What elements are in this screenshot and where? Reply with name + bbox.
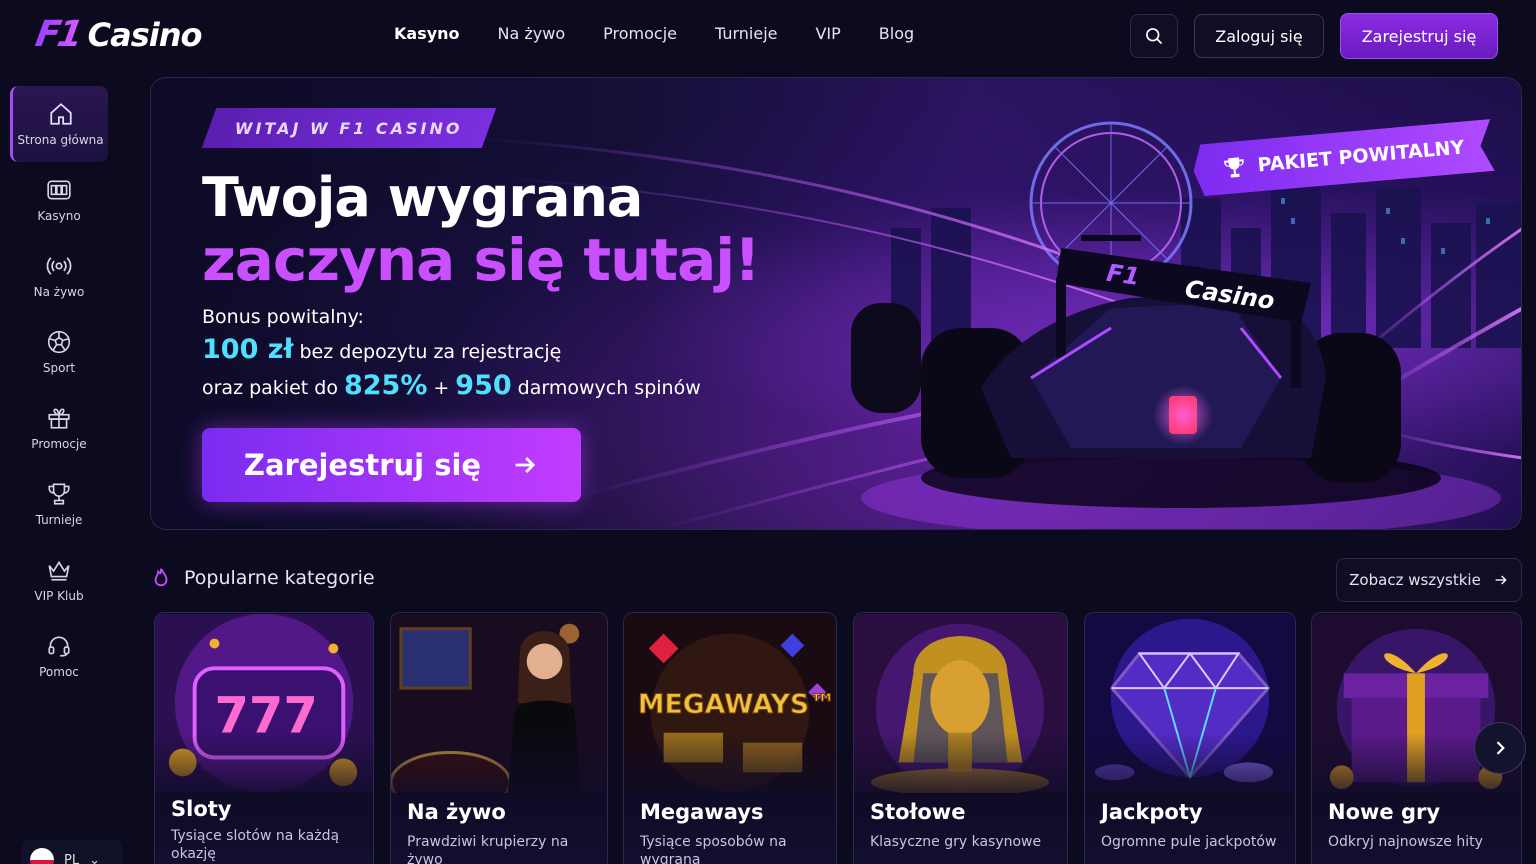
- arrow-right-icon: [1495, 575, 1507, 585]
- search-icon: [1146, 28, 1163, 45]
- football-icon: [47, 330, 71, 354]
- category-card-jackpot[interactable]: Jackpoty Ogromne pule jackpotów: [1084, 612, 1296, 864]
- sidebar-item-label: Promocje: [31, 437, 87, 451]
- chevron-down-icon: ⌄: [89, 852, 100, 864]
- sidebar-item-sport[interactable]: Sport: [10, 314, 108, 390]
- bonus-line-2: oraz pakiet do 825% + 950 darmowych spin…: [202, 370, 701, 401]
- welcome-tag-text: WITAJ W F1 CASINO: [235, 118, 463, 138]
- sidebar-item-label: Kasyno: [37, 209, 81, 223]
- card-title: Nowe gry: [1328, 800, 1441, 824]
- card-desc: Ogromne pule jackpotów: [1101, 834, 1277, 850]
- sidebar-item-label: Na żywo: [33, 285, 85, 299]
- package-spins: 950: [455, 370, 512, 401]
- hero-register-button[interactable]: Zarejestruj się: [202, 428, 581, 502]
- broadcast-icon: [46, 257, 72, 275]
- see-all-button[interactable]: Zobacz wszystkie: [1336, 558, 1522, 602]
- nav-vip[interactable]: VIP: [815, 24, 840, 43]
- card-title: Megaways: [640, 800, 764, 824]
- flag-pl-icon: [30, 848, 54, 864]
- slot-machine-icon: [47, 180, 71, 200]
- bonus-amount-text: bez depozytu za rejestrację: [299, 341, 562, 363]
- package-spins-text: darmowych spinów: [517, 377, 701, 399]
- card-title: Na żywo: [407, 800, 506, 824]
- search-button[interactable]: [1130, 14, 1178, 58]
- card-title: Sloty: [171, 797, 232, 821]
- home-icon: [49, 103, 72, 125]
- card-desc: Prawdziwi krupierzy na żywo: [407, 834, 569, 864]
- logo-f1: F1: [32, 14, 84, 55]
- category-card-sloty[interactable]: 777 Sloty Tysiące slotów na każdą okazję: [154, 612, 374, 864]
- sidebar-item-promotions[interactable]: Promocje: [10, 390, 108, 466]
- hero-register-label: Zarejestruj się: [243, 448, 482, 482]
- card-desc: Tysiące sposobów na wygrana: [640, 834, 787, 864]
- ribbon-label: PAKIET POWITALNY: [1256, 136, 1466, 177]
- crown-icon: [48, 560, 70, 581]
- hero-title-line1: Twoja wygrana: [202, 166, 643, 229]
- sidebar-item-label: Sport: [42, 361, 76, 375]
- trophy-icon: [1221, 153, 1249, 181]
- nav-turnieje[interactable]: Turnieje: [715, 24, 778, 43]
- bonus-amount: 100 zł: [202, 334, 294, 365]
- welcome-tag: WITAJ W F1 CASINO: [201, 108, 497, 148]
- package-prefix: oraz pakiet do: [202, 377, 338, 399]
- nav-blog[interactable]: Blog: [879, 24, 914, 43]
- sidebar-item-tournaments[interactable]: Turnieje: [10, 466, 108, 542]
- trophy-icon: [48, 483, 70, 505]
- sidebar-item-label: VIP Klub: [34, 589, 84, 603]
- carousel-next-button[interactable]: [1474, 722, 1526, 774]
- headset-icon: [48, 636, 70, 657]
- top-header: F1 Casino Kasyno Na żywo Promocje Turnie…: [0, 0, 1536, 74]
- car-logo-f1: F1: [1105, 259, 1142, 291]
- category-card-live[interactable]: Na żywo Prawdziwi krupierzy na żywo: [390, 612, 608, 864]
- package-percent: 825%: [343, 370, 428, 401]
- sidebar-item-live[interactable]: Na żywo: [10, 238, 108, 314]
- logo[interactable]: F1 Casino: [32, 14, 203, 55]
- card-desc: Odkryj najnowsze hity: [1328, 834, 1483, 850]
- bonus-label: Bonus powitalny:: [202, 306, 364, 328]
- login-button[interactable]: Zaloguj się: [1194, 14, 1324, 58]
- nav-na-zywo[interactable]: Na żywo: [498, 24, 566, 43]
- logo-casino: Casino: [87, 15, 203, 54]
- arrow-right-icon: [515, 457, 536, 473]
- chevron-right-icon: [1496, 741, 1505, 755]
- hero-title-line2: zaczyna się tutaj!: [202, 226, 761, 294]
- nav-promocje[interactable]: Promocje: [603, 24, 677, 43]
- fire-icon: [154, 568, 168, 587]
- gift-icon: [48, 408, 70, 429]
- sidebar-item-help[interactable]: Pomoc: [10, 618, 108, 694]
- sidebar-item-label: Pomoc: [39, 665, 79, 679]
- register-button[interactable]: Zarejestruj się: [1340, 13, 1498, 59]
- sidebar-item-label: Strona główna: [17, 133, 104, 147]
- card-title: Stołowe: [870, 800, 966, 824]
- bonus-line-1: 100 zł bez depozytu za rejestrację: [202, 334, 561, 365]
- language-selector[interactable]: PL ⌄: [22, 840, 122, 864]
- card-title: Jackpoty: [1101, 800, 1203, 824]
- sidebar-item-casino[interactable]: Kasyno: [10, 162, 108, 238]
- see-all-label: Zobacz wszystkie: [1349, 571, 1481, 589]
- language-label: PL: [64, 852, 80, 864]
- card-desc: Klasyczne gry kasynowe: [870, 834, 1042, 850]
- package-plus: +: [433, 377, 450, 399]
- card-desc: Tysiące slotów na każdą okazję: [171, 828, 340, 862]
- sidebar: Strona główna Kasyno Na żywo Sport Promo…: [10, 86, 108, 694]
- nav-kasyno[interactable]: Kasyno: [394, 24, 460, 43]
- main-nav: Kasyno Na żywo Promocje Turnieje VIP Blo…: [394, 24, 952, 43]
- megaways-art-text: MEGAWAYS™: [638, 689, 836, 720]
- categories-title: Popularne kategorie: [184, 567, 375, 589]
- sidebar-item-label: Turnieje: [35, 513, 83, 527]
- category-card-megaways[interactable]: MEGAWAYS™ Megaways Tysiące sposobów na w…: [623, 612, 837, 864]
- categories-heading: Popularne kategorie: [150, 566, 375, 590]
- sidebar-item-home[interactable]: Strona główna: [10, 86, 108, 162]
- sidebar-item-vip[interactable]: VIP Klub: [10, 542, 108, 618]
- category-card-table[interactable]: Stołowe Klasyczne gry kasynowe: [853, 612, 1068, 864]
- hero-banner: F1 Casino WITAJ W F1 CASINO Twoja wygran…: [150, 77, 1522, 530]
